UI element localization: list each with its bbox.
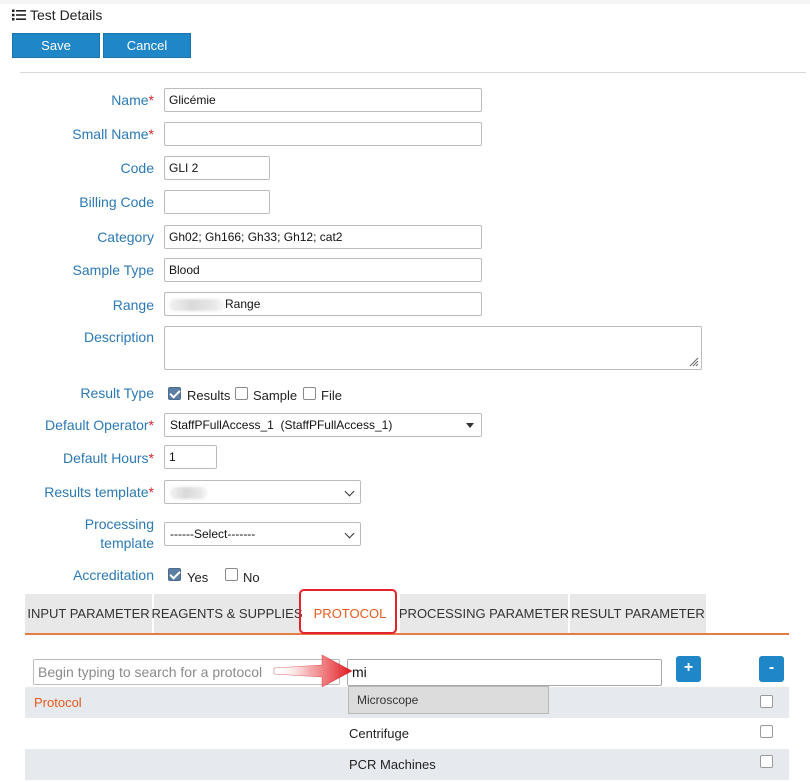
resize-handle-icon[interactable] [689, 357, 699, 367]
accreditation-yes-checkbox[interactable] [168, 568, 181, 581]
remove-protocol-button[interactable]: - [759, 656, 784, 682]
code-label: Code [120, 160, 154, 176]
top-strip [0, 0, 810, 4]
save-button[interactable]: Save [12, 33, 100, 58]
description-textarea[interactable] [164, 326, 702, 370]
blurred-text [170, 486, 208, 499]
page-title-text: Test Details [30, 7, 103, 23]
accreditation-label: Accreditation [73, 567, 154, 583]
page-title: Test Details [12, 7, 102, 23]
sample-checkbox[interactable] [235, 387, 248, 400]
accreditation-no-label: No [243, 570, 260, 585]
tab-processing-parameter[interactable]: PROCESSING PARAMETER [399, 594, 569, 633]
row-label-pcr-machines: PCR Machines [349, 757, 436, 772]
default-hours-input[interactable]: 1 [164, 445, 217, 469]
file-option-label: File [321, 388, 342, 403]
accreditation-yes-label: Yes [187, 570, 209, 585]
default-hours-label: Default Hours* [62, 450, 154, 466]
tab-underline [25, 633, 789, 635]
name-label: Name* [111, 92, 154, 108]
results-option-label: Results [187, 388, 231, 403]
description-label: Description [83, 329, 154, 345]
cancel-button[interactable]: Cancel [103, 33, 191, 58]
protocol-column-label: Protocol [34, 695, 82, 710]
tab-result-parameter[interactable]: RESULT PARAMETER [570, 594, 706, 633]
processing-template-value: ------Select------- [170, 527, 256, 541]
range-input[interactable]: Range [164, 292, 482, 316]
default-operator-value: StaffPFullAccess_1 (StaffPFullAccess_1) [170, 418, 393, 432]
protocol-typeahead-input[interactable]: mi [347, 659, 662, 686]
results-template-select[interactable] [164, 480, 361, 504]
default-operator-select[interactable]: StaffPFullAccess_1 (StaffPFullAccess_1) [164, 413, 482, 437]
file-checkbox[interactable] [303, 387, 316, 400]
accreditation-no-checkbox[interactable] [225, 568, 238, 581]
default-operator-label: Default Operator* [45, 417, 154, 433]
tab-reagents-supplies[interactable]: REAGENTS & SUPPLIES [152, 594, 303, 633]
chevron-down-icon [344, 528, 355, 539]
code-input[interactable]: GLI 2 [164, 156, 270, 180]
small-name-input[interactable] [164, 122, 482, 146]
billing-code-input[interactable] [164, 190, 270, 214]
caret-down-icon [466, 423, 474, 428]
billing-code-label: Billing Code [79, 194, 154, 210]
header-divider [20, 72, 806, 73]
category-label: Category [97, 229, 154, 245]
small-name-label: Small Name* [72, 126, 154, 142]
results-template-label: Results template* [44, 484, 154, 500]
sample-type-input[interactable]: Blood [164, 258, 482, 282]
row-checkbox[interactable] [760, 695, 773, 708]
range-label: Range [112, 297, 154, 313]
highlight-box [299, 589, 397, 634]
results-checkbox[interactable] [168, 387, 181, 400]
sample-type-label: Sample Type [72, 262, 154, 278]
result-type-label: Result Type [80, 385, 154, 401]
row-checkbox[interactable] [760, 725, 773, 738]
tab-input-parameter[interactable]: INPUT PARAMETER [25, 594, 152, 633]
suggestion-text: Microscope [357, 693, 419, 707]
processing-template-label: Processing template [84, 516, 154, 551]
row-label-centrifuge: Centrifuge [349, 726, 409, 741]
blurred-text [169, 298, 225, 311]
row-checkbox[interactable] [760, 755, 773, 768]
processing-template-select[interactable]: ------Select------- [164, 522, 361, 546]
category-input[interactable]: Gh02; Gh166; Gh33; Gh12; cat2 [164, 225, 482, 249]
list-icon [12, 9, 26, 21]
add-protocol-button[interactable]: + [676, 656, 701, 682]
red-arrow-icon [273, 654, 353, 688]
chevron-down-icon [344, 486, 355, 497]
name-input[interactable]: Glicémie [164, 88, 482, 112]
sample-option-label: Sample [253, 388, 298, 403]
range-value: Range [225, 297, 261, 311]
typeahead-suggestion[interactable]: Microscope [348, 686, 549, 714]
